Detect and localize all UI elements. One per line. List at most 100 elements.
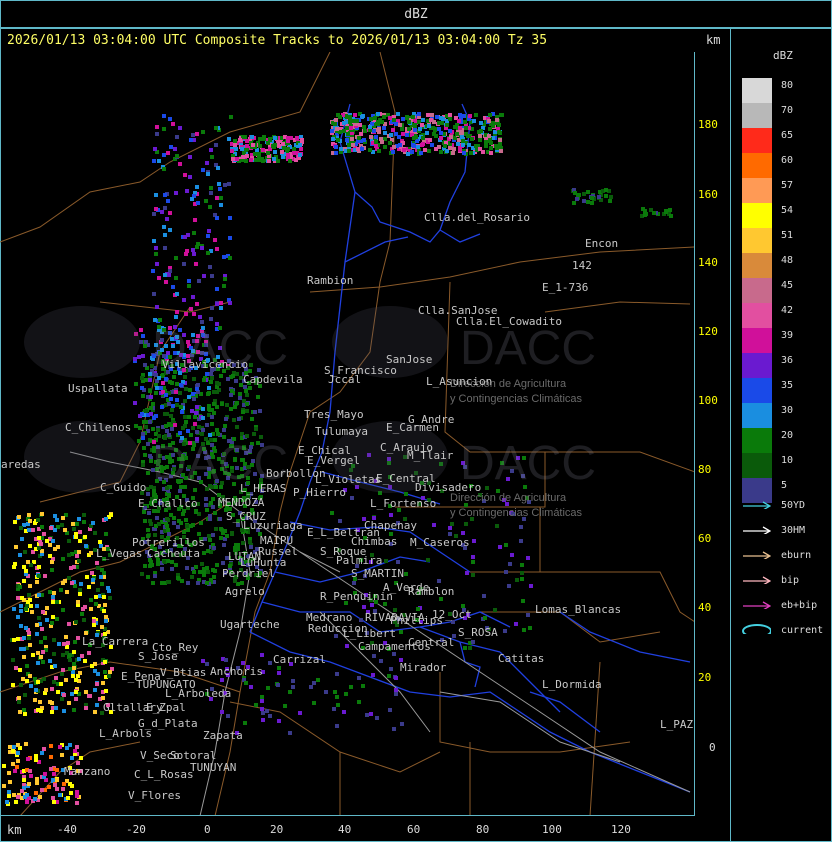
track-label: current (781, 625, 824, 636)
scale-label: 36 (781, 355, 794, 366)
place-label: Phillips (390, 614, 443, 627)
place-label: Anchoris (210, 665, 263, 678)
place-label: E_Challco (138, 497, 198, 510)
place-label: Lomas_Blancas (535, 603, 622, 616)
scale-label: 57 (781, 180, 794, 191)
place-label: C_Chilenos (65, 421, 132, 434)
place-label: L_Dormida (542, 678, 602, 691)
y-tick: 80 (698, 463, 712, 476)
place-label: Carrizal (273, 653, 326, 666)
scale-label: 45 (781, 280, 794, 291)
place-label: C_Guido (100, 481, 147, 494)
place-label: aredas (1, 458, 41, 471)
scale-swatch (742, 103, 772, 128)
track-arrow-icon (743, 601, 771, 609)
scale-swatch (742, 153, 772, 178)
dbz-legend-panel: dBZ 80 70 65 60 57 54 51 48 45 42 39 36 35 30 20 10 5 50… (730, 28, 832, 842)
scale-swatch (742, 278, 772, 303)
place-label: L_Arbols (99, 727, 152, 740)
place-label: S_MARTIN (351, 567, 404, 580)
scale-label: 80 (781, 80, 794, 91)
scale-label: 10 (781, 455, 794, 466)
track-arrow-icon (743, 576, 771, 584)
y-tick: 180 (698, 118, 718, 131)
track-label: bip (781, 575, 800, 586)
scale-label: 70 (781, 105, 794, 116)
track-arrow-icon (743, 551, 771, 559)
watermark-tagline-4: y Contingencias Climáticas (450, 507, 583, 519)
place-label: L_Vegas (96, 547, 143, 560)
place-label: La_Carrera (82, 635, 149, 648)
track-label: eburn (781, 550, 812, 561)
current-ellipse-icon (742, 624, 771, 634)
place-label: P_Hierro (293, 486, 346, 499)
radar-map[interactable]: DACC DACC DACC DACC Dirección de Agricul… (0, 52, 695, 816)
place-label: Manzano (64, 765, 111, 778)
place-label: L_Arboleda (165, 687, 232, 700)
place-label: M_Caseros (410, 536, 470, 549)
scale-label: 51 (781, 230, 794, 241)
scale-swatch (742, 428, 772, 453)
place-label: V_Flores (128, 789, 181, 802)
place-label: Clla.El_Cowadito (456, 315, 562, 328)
scale-swatch (742, 303, 772, 328)
y-tick: 60 (698, 532, 712, 545)
track-label: eb+bip (781, 600, 818, 611)
y-tick: 40 (698, 601, 712, 614)
place-label: E_Zpal (146, 701, 186, 714)
track-label: 30HM (781, 525, 806, 536)
scale-label: 35 (781, 380, 794, 391)
place-label: R_Penquinin (320, 590, 393, 603)
place-label: Capdevila (243, 373, 303, 386)
scale-label: 5 (781, 480, 788, 491)
place-label: Encon (585, 237, 619, 250)
scale-label: 48 (781, 255, 794, 266)
y-tick: 140 (698, 256, 718, 269)
place-label: Villavicencio (162, 358, 249, 371)
place-label: S_Jose (138, 650, 178, 663)
x-tick: 100 (542, 823, 562, 836)
scale-label: 42 (781, 305, 794, 316)
place-label: L_Violetas (315, 473, 382, 486)
scale-swatch (742, 78, 772, 103)
scale-swatch (742, 353, 772, 378)
place-label: Cacheuta (147, 547, 200, 560)
scale-swatch (742, 403, 772, 428)
place-label: Catitas (498, 652, 545, 665)
x-tick: 120 (611, 823, 631, 836)
y-tick: 160 (698, 188, 718, 201)
x-tick: 20 (270, 823, 284, 836)
scale-swatch (742, 453, 772, 478)
place-label: Rambion (307, 274, 354, 287)
place-label: 142 (572, 259, 592, 272)
x-tick: 60 (407, 823, 421, 836)
watermark-tagline-2: y Contingencias Climáticas (450, 393, 583, 405)
place-label: Zapata (203, 729, 243, 742)
place-label: E_Carmen (386, 421, 439, 434)
svg-text:DACC: DACC (460, 322, 596, 375)
place-label: Uspallata (68, 382, 128, 395)
x-tick: 0 (204, 823, 211, 836)
place-label: Tulumaya (315, 425, 368, 438)
window-title: dBZ (0, 0, 832, 28)
y-tick: 20 (698, 671, 712, 684)
x-tick: 40 (338, 823, 352, 836)
place-label: Ugarteche (220, 618, 280, 631)
place-label: S_ROSA (458, 626, 498, 639)
legend-title: dBZ (773, 49, 793, 62)
y-tick: 0 (709, 741, 716, 754)
place-label: Mirador (400, 661, 447, 674)
place-label: E_1-736 (542, 281, 589, 294)
place-label: M_Tlair (407, 449, 454, 462)
x-tick: 80 (476, 823, 490, 836)
scale-swatch (742, 328, 772, 353)
scale-label: 20 (781, 430, 794, 441)
place-label: Jccal (328, 373, 362, 386)
track-arrow-icon (743, 501, 771, 509)
place-label: TUNUYAN (190, 761, 237, 774)
place-label: L_Asuncion (426, 375, 493, 388)
track-label: 50YD (781, 500, 806, 511)
scale-label: 30 (781, 405, 794, 416)
place-label: C_L_Rosas (134, 768, 194, 781)
track-arrow-icon (743, 526, 771, 534)
